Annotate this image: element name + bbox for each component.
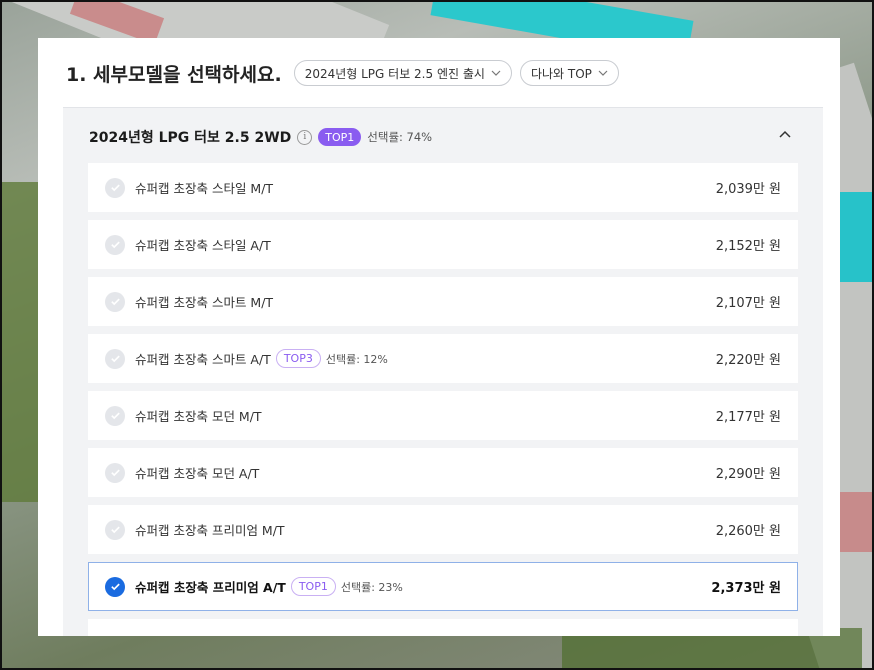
check-icon	[105, 234, 125, 255]
trim-price: 2,220만 원	[715, 353, 781, 368]
trim-price: 2,177만 원	[715, 410, 781, 425]
top-tag: TOP1	[290, 577, 336, 596]
model-select-panel: 1. 세부모델을 선택하세요. 2024년형 LPG 터보 2.5 엔진 출시 …	[38, 38, 840, 636]
trim-group: 2024년형 LPG 터보 2.5 2WD i TOP1 선택률: 74% 슈퍼…	[63, 107, 823, 636]
trim-option[interactable]: 슈퍼캡 초장축 스타일 A/T 2,152만 원	[88, 220, 798, 269]
trim-price: 2,373만 원	[711, 581, 781, 596]
top-badge: TOP1	[318, 128, 362, 146]
check-icon	[105, 462, 125, 483]
selection-rate: 선택률: 74%	[367, 130, 433, 144]
check-icon	[105, 348, 125, 369]
check-icon	[105, 405, 125, 426]
trim-option-selected[interactable]: 슈퍼캡 초장축 프리미엄 A/T TOP1 선택률: 23% 2,373만 원	[88, 562, 798, 611]
trim-price: 2,039만 원	[715, 182, 781, 197]
sort-dropdown[interactable]: 다나와 TOP	[519, 60, 619, 86]
selection-rate: 선택률: 12%	[325, 352, 388, 366]
trim-option[interactable]: 슈퍼캡 초장축 프리미엄 M/T 2,260만 원	[88, 505, 798, 554]
sort-label: 다나와 TOP	[530, 66, 592, 81]
info-icon[interactable]: i	[297, 129, 313, 145]
selection-rate: 선택률: 23%	[340, 580, 403, 594]
trim-price: 2,107만 원	[715, 296, 781, 311]
section-header: 1. 세부모델을 선택하세요. 2024년형 LPG 터보 2.5 엔진 출시 …	[38, 38, 840, 108]
trim-option[interactable]: 슈퍼캡 초장축 모던 A/T 2,290만 원	[88, 448, 798, 497]
trim-option[interactable]	[88, 619, 798, 636]
check-icon	[105, 177, 125, 198]
trim-label: 슈퍼캡 초장축 모던 A/T	[135, 466, 260, 481]
trim-label: 슈퍼캡 초장축 모던 M/T	[135, 409, 262, 424]
trim-group-header: 2024년형 LPG 터보 2.5 2WD i TOP1 선택률: 74%	[63, 108, 823, 166]
trim-label: 슈퍼캡 초장축 스마트 M/T	[135, 295, 274, 310]
trim-label: 슈퍼캡 초장축 프리미엄 A/T	[135, 580, 286, 595]
trim-price: 2,260만 원	[715, 524, 781, 539]
trim-label: 슈퍼캡 초장축 스타일 A/T	[135, 238, 271, 253]
trim-list: 슈퍼캡 초장축 스타일 M/T 2,039만 원 슈퍼캡 초장축 스타일 A/T…	[88, 163, 798, 636]
trim-option[interactable]: 슈퍼캡 초장축 스마트 M/T 2,107만 원	[88, 277, 798, 326]
trim-group-name: 2024년형 LPG 터보 2.5 2WD	[89, 130, 292, 146]
trim-label: 슈퍼캡 초장축 스마트 A/T	[135, 352, 271, 367]
chevron-down-icon	[491, 70, 501, 76]
trim-option[interactable]: 슈퍼캡 초장축 모던 M/T 2,177만 원	[88, 391, 798, 440]
top-tag: TOP3	[275, 349, 321, 368]
trim-price: 2,290만 원	[715, 467, 781, 482]
check-icon	[105, 576, 125, 597]
check-icon	[105, 519, 125, 540]
chevron-up-icon	[779, 130, 791, 138]
trim-price: 2,152만 원	[715, 239, 781, 254]
collapse-button[interactable]	[775, 124, 795, 144]
model-filter-label: 2024년형 LPG 터보 2.5 엔진 출시	[304, 66, 485, 81]
check-icon	[105, 291, 125, 312]
trim-label: 슈퍼캡 초장축 스타일 M/T	[135, 181, 274, 196]
trim-option[interactable]: 슈퍼캡 초장축 스타일 M/T 2,039만 원	[88, 163, 798, 212]
trim-option[interactable]: 슈퍼캡 초장축 스마트 A/T TOP3 선택률: 12% 2,220만 원	[88, 334, 798, 383]
section-title: 1. 세부모델을 선택하세요.	[66, 63, 282, 86]
chevron-down-icon	[598, 70, 608, 76]
trim-label: 슈퍼캡 초장축 프리미엄 M/T	[135, 523, 285, 538]
model-filter-dropdown[interactable]: 2024년형 LPG 터보 2.5 엔진 출시	[293, 60, 512, 86]
